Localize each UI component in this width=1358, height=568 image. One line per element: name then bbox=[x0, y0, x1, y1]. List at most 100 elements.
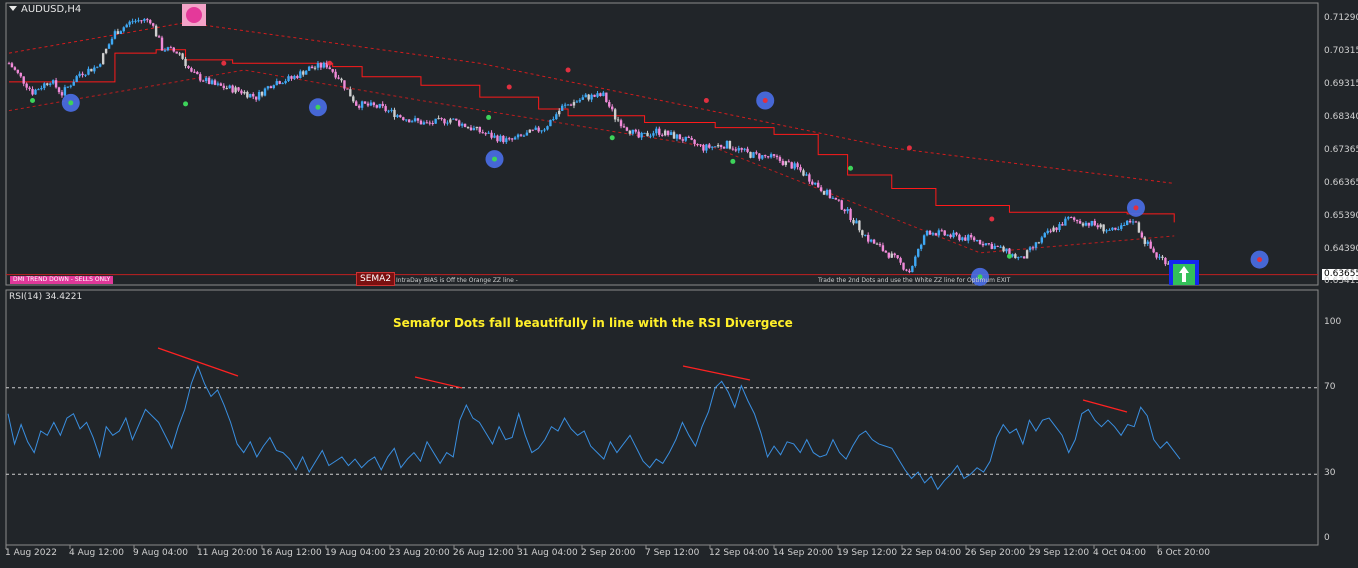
time-axis-tick: 26 Aug 12:00 bbox=[453, 548, 514, 558]
candle-body bbox=[687, 136, 690, 138]
candle-body bbox=[1020, 256, 1023, 258]
symbol-title: AUDUSD,H4 bbox=[9, 4, 81, 15]
semafor-major-dot bbox=[1133, 205, 1139, 211]
candle-body bbox=[84, 74, 87, 76]
time-axis-tick: 14 Sep 20:00 bbox=[773, 548, 834, 558]
candle-body bbox=[278, 81, 281, 84]
candle-body bbox=[240, 90, 243, 94]
candle-body bbox=[196, 72, 199, 75]
divergence-line bbox=[414, 376, 463, 389]
semafor-major-dot bbox=[492, 156, 498, 162]
candle-body bbox=[160, 37, 164, 51]
candle-body bbox=[496, 135, 499, 142]
candle-body bbox=[816, 182, 820, 188]
candle-body bbox=[266, 86, 270, 89]
time-axis-tick: 4 Oct 04:00 bbox=[1093, 548, 1146, 558]
candle-body bbox=[999, 246, 1002, 248]
candle-body bbox=[581, 97, 584, 100]
candle-body bbox=[1099, 224, 1102, 228]
candle-body bbox=[1084, 222, 1088, 226]
candle-body bbox=[202, 80, 205, 82]
candle-body bbox=[304, 70, 308, 75]
sema-label[interactable]: SEMA2 bbox=[356, 272, 396, 286]
candle-body bbox=[299, 71, 302, 79]
candle-body bbox=[316, 63, 320, 68]
candle-body bbox=[48, 83, 52, 85]
candle-body bbox=[1152, 248, 1155, 253]
candle-body bbox=[1028, 247, 1032, 251]
candle-body bbox=[1134, 221, 1138, 223]
candle-body bbox=[281, 83, 284, 85]
candle-body bbox=[1034, 242, 1038, 248]
candle-body bbox=[875, 243, 879, 245]
price-pane-frame bbox=[5, 2, 1319, 286]
candle-body bbox=[634, 129, 637, 132]
candle-body bbox=[825, 190, 829, 195]
candle-body bbox=[693, 139, 696, 144]
candle-body bbox=[96, 66, 99, 68]
candle-body bbox=[972, 237, 976, 241]
candle-body bbox=[708, 144, 711, 148]
candle-body bbox=[107, 44, 111, 49]
candle-body bbox=[313, 67, 317, 69]
candle-body bbox=[811, 181, 814, 185]
candle-body bbox=[13, 67, 17, 70]
candle-body bbox=[149, 20, 152, 24]
candle-body bbox=[734, 149, 737, 151]
dropdown-triangle-icon[interactable] bbox=[9, 6, 17, 11]
time-axis-tick: 16 Aug 12:00 bbox=[261, 548, 322, 558]
candle-body bbox=[690, 137, 693, 140]
candle-body bbox=[1005, 248, 1008, 252]
candle-body bbox=[490, 132, 493, 138]
candle-body bbox=[69, 85, 72, 87]
chart-canvas[interactable] bbox=[0, 0, 1358, 568]
candle-body bbox=[75, 76, 78, 82]
candle-body bbox=[172, 47, 175, 52]
candle-body bbox=[819, 187, 823, 192]
candle-body bbox=[560, 105, 564, 111]
price-axis-tick: 0.68340 bbox=[1324, 112, 1358, 122]
candles-group bbox=[7, 17, 1176, 274]
candle-body bbox=[566, 104, 570, 106]
candle-body bbox=[302, 71, 305, 75]
candle-body bbox=[887, 252, 891, 258]
time-axis-tick: 9 Aug 04:00 bbox=[133, 548, 188, 558]
candle-body bbox=[802, 170, 805, 176]
candle-body bbox=[7, 63, 11, 65]
candle-body bbox=[184, 58, 187, 67]
candle-body bbox=[775, 155, 779, 158]
candle-body bbox=[16, 69, 20, 73]
candle-body bbox=[407, 119, 411, 123]
price-axis-tick: 0.69315 bbox=[1324, 79, 1358, 89]
candle-body bbox=[37, 89, 40, 91]
price-axis-tick: 0.70315 bbox=[1324, 46, 1358, 56]
candle-body bbox=[843, 209, 846, 212]
time-axis-tick: 22 Sep 04:00 bbox=[901, 548, 962, 558]
candle-body bbox=[934, 233, 938, 236]
time-axis-tick: 19 Aug 04:00 bbox=[325, 548, 386, 558]
candle-body bbox=[31, 89, 34, 95]
candle-body bbox=[793, 163, 796, 169]
semafor-low-dot bbox=[609, 135, 615, 141]
candle-body bbox=[855, 220, 858, 224]
candle-body bbox=[702, 144, 705, 151]
candle-body bbox=[1058, 224, 1061, 230]
candle-body bbox=[381, 103, 384, 107]
candle-body bbox=[731, 148, 735, 150]
candle-body bbox=[355, 101, 358, 106]
candle-body bbox=[578, 99, 582, 102]
candle-body bbox=[93, 67, 96, 72]
candle-body bbox=[375, 105, 379, 108]
candle-body bbox=[543, 129, 546, 131]
candle-body bbox=[537, 127, 540, 132]
candle-body bbox=[531, 129, 534, 131]
candle-body bbox=[1111, 227, 1114, 230]
semafor-low-dot bbox=[848, 165, 854, 171]
candle-body bbox=[728, 140, 732, 149]
candle-body bbox=[861, 230, 864, 236]
semafor-low-dot bbox=[30, 97, 36, 103]
candle-body bbox=[943, 230, 946, 236]
candle-body bbox=[1014, 254, 1017, 259]
candle-body bbox=[466, 127, 470, 129]
candle-body bbox=[781, 160, 785, 165]
